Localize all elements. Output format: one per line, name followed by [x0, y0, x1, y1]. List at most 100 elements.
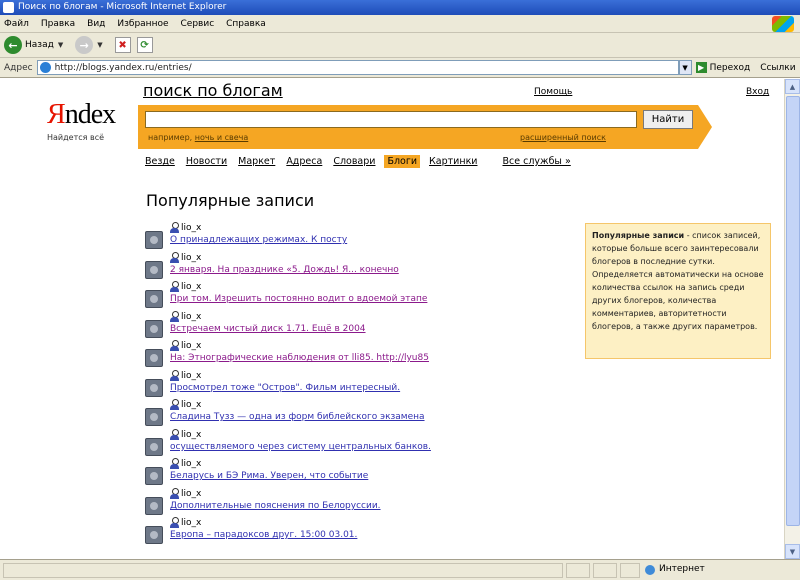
search-hint-example[interactable]: ночь и свеча — [195, 133, 249, 142]
blog-avatar[interactable] — [145, 261, 163, 279]
all-services-link[interactable]: Все службы » — [500, 156, 572, 167]
forward-button[interactable]: → ▼ — [75, 36, 106, 54]
list-item: lio_x Беларусь и БЭ Рима. Уверен, что соб… — [145, 458, 565, 488]
search-hint: например, ночь и свеча — [148, 133, 248, 142]
list-item: lio_x Встречаем чистый диск 1.71. Ещё в 2… — [145, 311, 565, 341]
entry-author[interactable]: lio_x — [170, 370, 201, 381]
blog-avatar[interactable] — [145, 497, 163, 515]
entry-link[interactable]: Сладина Тузз — одна из форм библейского … — [170, 412, 425, 422]
search-input[interactable] — [145, 111, 637, 128]
entry-link[interactable]: При том. Изрешить постоянно водит о вдое… — [170, 294, 427, 304]
entry-author[interactable]: lio_x — [170, 311, 201, 322]
tab-dictionaries[interactable]: Словари — [331, 156, 377, 167]
page-content: Яndex Найдется всё поиск по блогам Помощ… — [0, 79, 784, 559]
menu-bar: Файл Правка Вид Избранное Сервис Справка — [0, 15, 800, 33]
help-link[interactable]: Помощь — [534, 87, 572, 97]
status-cell — [566, 563, 590, 578]
login-link[interactable]: Вход — [746, 87, 769, 97]
vertical-scrollbar[interactable]: ▲ ▼ — [784, 79, 800, 559]
back-button[interactable]: ← Назад ▼ — [4, 36, 67, 54]
author-name[interactable]: lio_x — [181, 282, 201, 292]
user-icon — [170, 222, 179, 233]
links-button[interactable]: Ссылки — [760, 63, 795, 73]
address-bar: Адрес http://blogs.yandex.ru/entries/ ▼ … — [0, 58, 800, 78]
entry-author[interactable]: lio_x — [170, 517, 201, 528]
internet-zone-icon — [645, 565, 655, 575]
tab-blogs[interactable]: Блоги — [384, 155, 421, 168]
logo-first-letter: Я — [47, 99, 66, 130]
entry-author[interactable]: lio_x — [170, 429, 201, 440]
address-input[interactable]: http://blogs.yandex.ru/entries/ — [36, 60, 679, 75]
page-icon — [39, 62, 51, 73]
user-icon — [170, 458, 179, 469]
entry-link[interactable]: На: Этнографические наблюдения от lli85.… — [170, 353, 429, 363]
list-item: lio_x Европа – парадоксов друг. 15:00 03.… — [145, 517, 565, 547]
address-dropdown-icon[interactable]: ▼ — [678, 60, 692, 75]
blog-avatar[interactable] — [145, 349, 163, 367]
list-item: lio_x 2 января. На празднике «5. Дождь! Я… — [145, 252, 565, 282]
extended-search-link[interactable]: расширенный поиск — [520, 133, 606, 142]
go-button[interactable]: Переход — [710, 63, 751, 73]
tab-news[interactable]: Новости — [184, 156, 229, 167]
entry-link[interactable]: Дополнительные пояснения по Белоруссии. — [170, 501, 381, 511]
entry-link[interactable]: осуществляемого через систему центральны… — [170, 442, 431, 452]
list-item: lio_x О принадлежащих режимах. К посту — [145, 222, 565, 252]
author-name[interactable]: lio_x — [181, 518, 201, 528]
menu-tools[interactable]: Сервис — [181, 19, 215, 29]
info-box-title: Популярные записи — [592, 231, 685, 240]
blog-avatar[interactable] — [145, 231, 163, 249]
blog-avatar[interactable] — [145, 526, 163, 544]
author-name[interactable]: lio_x — [181, 253, 201, 263]
tab-images[interactable]: Картинки — [427, 156, 479, 167]
author-name[interactable]: lio_x — [181, 430, 201, 440]
entry-author[interactable]: lio_x — [170, 488, 201, 499]
scroll-down-icon[interactable]: ▼ — [785, 544, 800, 559]
tab-market[interactable]: Маркет — [236, 156, 277, 167]
entry-link[interactable]: Просмотрел тоже "Остров". Фильм интересн… — [170, 383, 400, 393]
blog-avatar[interactable] — [145, 379, 163, 397]
blog-avatar[interactable] — [145, 467, 163, 485]
tab-addresses[interactable]: Адреса — [284, 156, 324, 167]
scroll-up-icon[interactable]: ▲ — [785, 79, 800, 94]
blog-avatar[interactable] — [145, 438, 163, 456]
author-name[interactable]: lio_x — [181, 312, 201, 322]
blog-avatar[interactable] — [145, 290, 163, 308]
author-name[interactable]: lio_x — [181, 489, 201, 499]
refresh-icon[interactable]: ⟳ — [136, 37, 153, 53]
entry-author[interactable]: lio_x — [170, 340, 201, 351]
entry-link[interactable]: Встречаем чистый диск 1.71. Ещё в 2004 — [170, 324, 366, 334]
blog-avatar[interactable] — [145, 320, 163, 338]
page-title[interactable]: поиск по блогам — [143, 81, 283, 100]
status-text-cell — [3, 563, 563, 578]
author-name[interactable]: lio_x — [181, 223, 201, 233]
search-button[interactable]: Найти — [643, 110, 693, 129]
go-arrow-icon[interactable]: ▶ — [695, 62, 707, 73]
entry-author[interactable]: lio_x — [170, 399, 201, 410]
menu-file[interactable]: Файл — [4, 19, 29, 29]
entry-link[interactable]: Европа – парадоксов друг. 15:00 03.01. — [170, 530, 357, 540]
entry-link[interactable]: О принадлежащих режимах. К посту — [170, 235, 347, 245]
entry-link[interactable]: Беларусь и БЭ Рима. Уверен, что событие — [170, 471, 368, 481]
author-name[interactable]: lio_x — [181, 371, 201, 381]
scrollbar-thumb[interactable] — [786, 96, 800, 526]
author-name[interactable]: lio_x — [181, 459, 201, 469]
tab-everywhere[interactable]: Везде — [143, 156, 177, 167]
blog-avatar[interactable] — [145, 408, 163, 426]
menu-favorites[interactable]: Избранное — [117, 19, 168, 29]
stop-icon[interactable]: ✖ — [114, 37, 131, 53]
entry-author[interactable]: lio_x — [170, 222, 201, 233]
menu-edit[interactable]: Правка — [41, 19, 75, 29]
entry-link[interactable]: 2 января. На празднике «5. Дождь! Я... к… — [170, 265, 399, 275]
yandex-logo[interactable]: Яndex — [47, 99, 116, 131]
author-name[interactable]: lio_x — [181, 400, 201, 410]
user-icon — [170, 311, 179, 322]
menu-view[interactable]: Вид — [87, 19, 105, 29]
address-label: Адрес — [4, 62, 33, 73]
entry-author[interactable]: lio_x — [170, 458, 201, 469]
user-icon — [170, 517, 179, 528]
entry-author[interactable]: lio_x — [170, 252, 201, 263]
logo-rest: ndex — [64, 99, 116, 130]
entry-author[interactable]: lio_x — [170, 281, 201, 292]
author-name[interactable]: lio_x — [181, 341, 201, 351]
menu-help[interactable]: Справка — [226, 19, 266, 29]
